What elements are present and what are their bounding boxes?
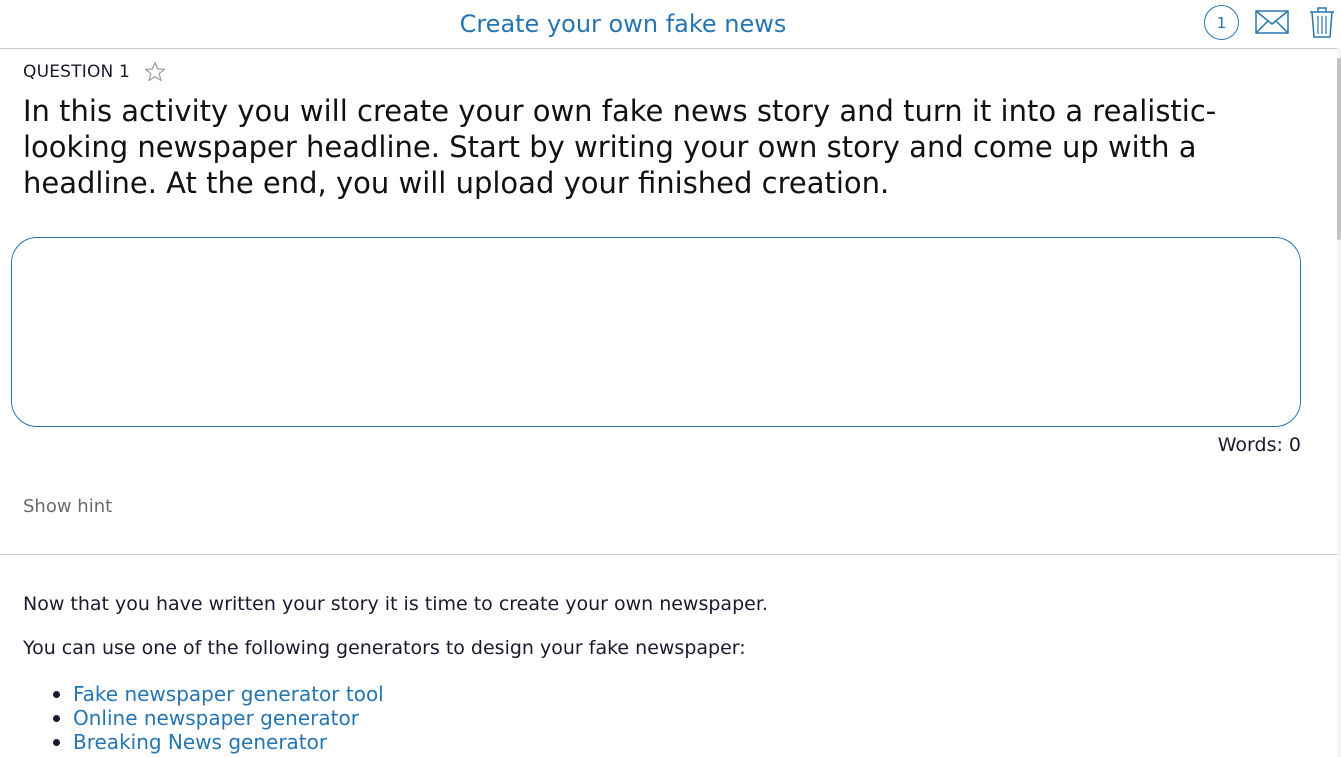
answer-textarea[interactable] xyxy=(11,237,1301,427)
question-counter-badge[interactable]: 1 xyxy=(1204,5,1239,40)
word-count: Words: 0 xyxy=(1217,434,1301,456)
page: Create your own fake news 1 QUESTION 1 I… xyxy=(0,0,1341,757)
generator-link-online-newspaper[interactable]: Online newspaper generator xyxy=(73,706,359,730)
mail-icon[interactable] xyxy=(1255,9,1289,35)
bullet-icon xyxy=(53,691,60,698)
star-icon[interactable] xyxy=(144,61,166,83)
trash-icon[interactable] xyxy=(1309,6,1335,38)
list-item: Fake newspaper generator tool xyxy=(50,682,384,706)
bullet-icon xyxy=(53,715,60,722)
list-item: Online newspaper generator xyxy=(50,706,384,730)
section-divider xyxy=(0,554,1338,555)
generator-link-breaking-news[interactable]: Breaking News generator xyxy=(73,730,327,754)
info-paragraph-2: You can use one of the following generat… xyxy=(23,637,746,659)
bullet-icon xyxy=(53,739,60,746)
list-item: Breaking News generator xyxy=(50,730,384,754)
page-title: Create your own fake news xyxy=(459,10,787,38)
generator-links-list: Fake newspaper generator tool Online new… xyxy=(50,682,384,754)
question-text: In this activity you will create your ow… xyxy=(23,94,1217,200)
show-hint-link[interactable]: Show hint xyxy=(23,496,112,517)
question-label: QUESTION 1 xyxy=(23,62,131,82)
info-paragraph-1: Now that you have written your story it … xyxy=(23,593,768,615)
generator-link-fake-newspaper[interactable]: Fake newspaper generator tool xyxy=(73,682,384,706)
header-bar: Create your own fake news 1 xyxy=(0,0,1341,49)
scrollbar-thumb[interactable] xyxy=(1337,58,1341,240)
